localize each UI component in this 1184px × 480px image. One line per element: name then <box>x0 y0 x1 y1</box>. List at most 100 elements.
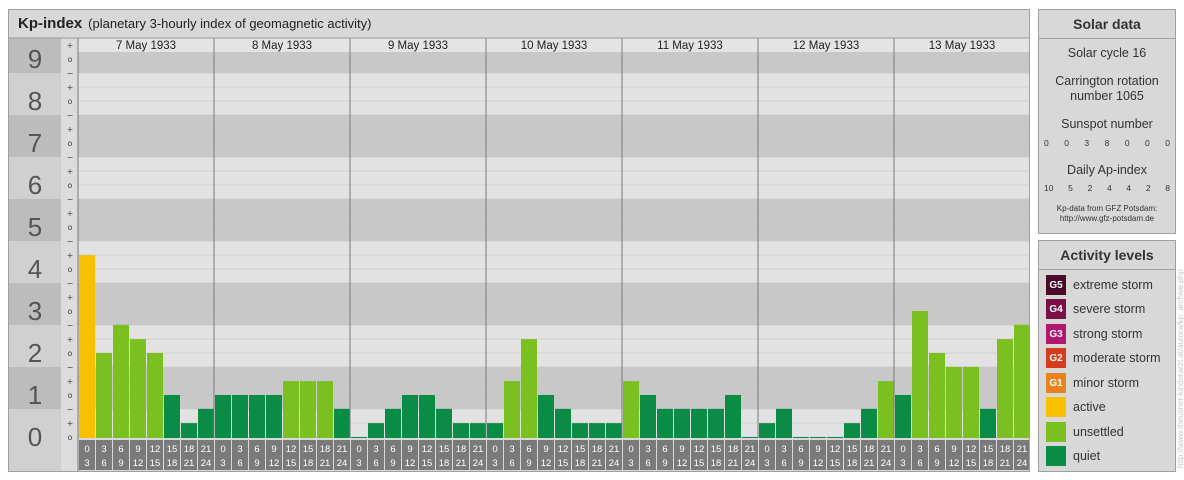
time-start-label: 15 <box>167 444 178 455</box>
time-start-label: 9 <box>135 444 140 455</box>
time-start-label: 21 <box>1017 444 1028 455</box>
time-end-label: 24 <box>881 458 892 469</box>
legend-label: quiet <box>1073 449 1101 463</box>
time-start-label: 15 <box>711 444 722 455</box>
kp-bar <box>555 408 571 438</box>
kp-axis-label: 0 <box>28 422 42 452</box>
time-end-label: 24 <box>473 458 484 469</box>
kp-bar <box>725 395 741 438</box>
legend-item-unsettled: unsettled <box>1046 422 1124 442</box>
legend-label: active <box>1073 400 1106 414</box>
time-end-label: 15 <box>966 458 977 469</box>
kp-bar <box>742 437 758 438</box>
kp-axis-label: 5 <box>28 212 42 242</box>
ap-value: 5 <box>1068 183 1073 193</box>
kp-bar <box>793 437 809 438</box>
kp-sub-label: − <box>67 321 74 330</box>
time-end-label: 18 <box>575 458 586 469</box>
ap-index-label: Daily Ap-index <box>1067 163 1147 177</box>
time-start-label: 3 <box>917 444 922 455</box>
time-start-label: 9 <box>543 444 548 455</box>
time-end-label: 18 <box>711 458 722 469</box>
solar-cycle-text: Solar cycle 16 <box>1067 46 1147 60</box>
source-note-line1: Kp-data from GFZ Potsdam: <box>1056 204 1158 213</box>
kp-bar <box>708 408 724 438</box>
time-end-label: 18 <box>847 458 858 469</box>
time-end-label: 6 <box>101 458 106 469</box>
time-start-label: 3 <box>645 444 650 455</box>
kp-sub-label: − <box>67 111 74 120</box>
time-start-label: 0 <box>492 444 497 455</box>
day-label: 13 May 1933 <box>929 40 996 52</box>
kp-bar <box>504 381 520 438</box>
sunspot-values: 0 0 3 8 0 0 0 <box>1044 138 1170 148</box>
kp-bar <box>674 408 690 438</box>
kp-bar <box>827 437 843 438</box>
time-start-label: 0 <box>84 444 89 455</box>
sunspot-value: 0 <box>1044 138 1049 148</box>
time-end-label: 9 <box>254 458 259 469</box>
time-end-label: 9 <box>934 458 939 469</box>
kp-axis-label: 6 <box>28 170 42 200</box>
kp-band <box>78 115 1029 157</box>
time-start-label: 3 <box>509 444 514 455</box>
kp-sub-label: − <box>67 279 74 288</box>
kp-axis-label: 1 <box>28 380 42 410</box>
kp-bar <box>317 381 333 438</box>
activity-levels-panel: Activity levels G5 extreme storm G4 seve… <box>1038 240 1176 472</box>
time-start-label: 3 <box>781 444 786 455</box>
legend-label: unsettled <box>1073 425 1124 439</box>
kp-index-panel: Kp-index (planetary 3-hourly index of geo… <box>8 9 1030 472</box>
ap-value: 10 <box>1044 183 1054 193</box>
time-end-label: 24 <box>201 458 212 469</box>
time-end-label: 21 <box>1000 458 1011 469</box>
time-end-label: 12 <box>677 458 688 469</box>
kp-band <box>78 157 1029 199</box>
time-start-label: 18 <box>592 444 603 455</box>
time-end-label: 24 <box>745 458 756 469</box>
time-start-label: 9 <box>815 444 820 455</box>
time-end-label: 18 <box>303 458 314 469</box>
kp-axis-label: 8 <box>28 86 42 116</box>
sunspot-value: 3 <box>1084 138 1090 148</box>
time-end-label: 21 <box>320 458 331 469</box>
quiet-swatch <box>1046 446 1066 466</box>
kp-bar <box>113 324 129 438</box>
time-end-label: 15 <box>422 458 433 469</box>
kp-bar <box>1014 324 1029 438</box>
kp-axis-label: 3 <box>28 296 42 326</box>
kp-bar <box>878 381 894 438</box>
kp-bar <box>538 395 554 438</box>
kp-bar <box>198 408 214 438</box>
time-start-label: 6 <box>254 444 259 455</box>
carrington-line2: number 1065 <box>1070 89 1144 103</box>
kp-sub-label: o <box>68 307 73 316</box>
kp-bar <box>572 423 588 438</box>
kp-sub-label: o <box>68 349 73 358</box>
kp-band <box>78 325 1029 367</box>
kp-bar <box>691 408 707 438</box>
day-label: 10 May 1933 <box>521 40 588 52</box>
time-start-label: 18 <box>728 444 739 455</box>
kp-bar <box>589 423 605 438</box>
kp-sub-label: + <box>67 167 74 176</box>
day-label: 7 May 1933 <box>116 40 176 52</box>
kp-sub-label: + <box>67 377 74 386</box>
time-end-label: 3 <box>492 458 497 469</box>
time-end-label: 3 <box>220 458 225 469</box>
kp-sub-label: − <box>67 153 74 162</box>
kp-sub-label: + <box>67 419 74 428</box>
solar-data-panel: Solar data Solar cycle 16 Carrington rot… <box>1038 9 1176 234</box>
time-start-label: 0 <box>764 444 769 455</box>
kp-bar <box>640 395 656 438</box>
kp-bar <box>657 408 673 438</box>
time-start-label: 3 <box>101 444 106 455</box>
time-end-label: 12 <box>949 458 960 469</box>
unsettled-swatch <box>1046 422 1066 442</box>
time-start-label: 15 <box>303 444 314 455</box>
time-end-label: 18 <box>983 458 994 469</box>
time-start-label: 0 <box>900 444 905 455</box>
kp-bar <box>181 423 197 438</box>
time-start-label: 9 <box>951 444 956 455</box>
time-start-label: 6 <box>662 444 667 455</box>
